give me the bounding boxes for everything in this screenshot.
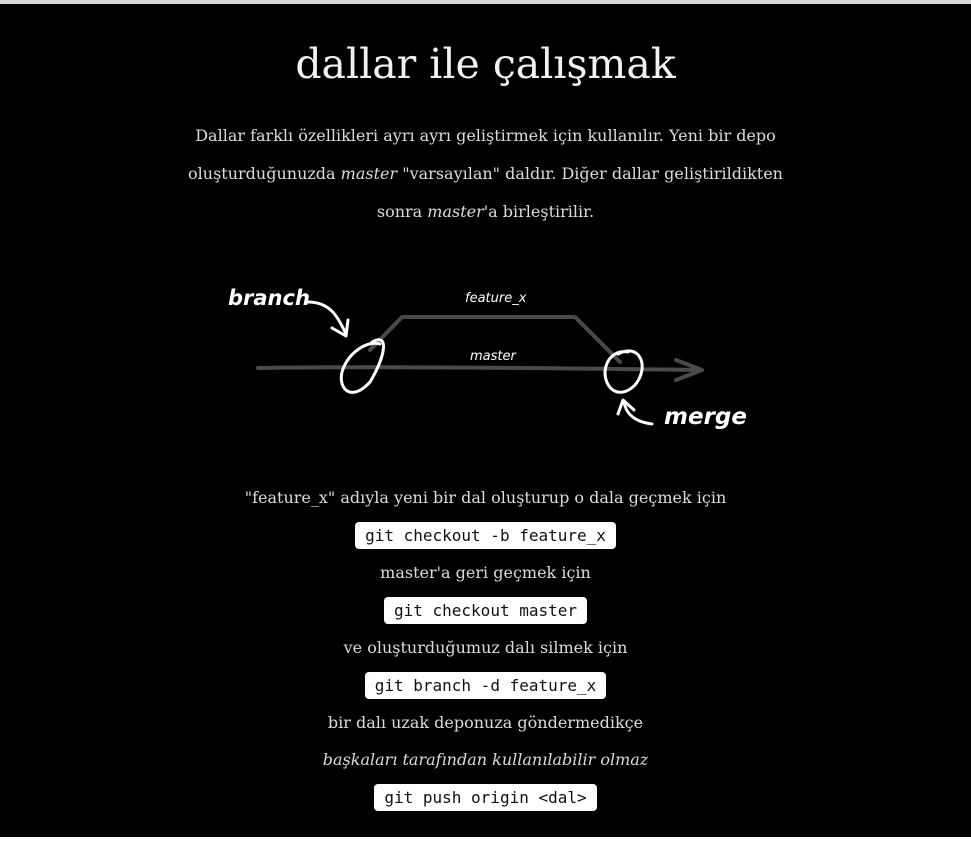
master-line (256, 365, 702, 372)
step-3-code-row: git branch -d feature_x (0, 672, 971, 700)
page-title: dallar ile çalışmak (295, 40, 676, 88)
intro-paragraph: Dallar farklı özellikleri ayrı ayrı geli… (170, 117, 801, 231)
branch-label: branch (228, 286, 310, 310)
intro-master-2: master (427, 202, 484, 221)
step-2-code: git checkout master (383, 597, 588, 624)
step-4-code-row: git push origin <dal> (0, 784, 971, 812)
step-4-code: git push origin <dal> (374, 784, 597, 811)
step-3-text: ve oluşturduğumuz dalı silmek için (343, 638, 628, 657)
step-1-text: "feature_x" adıyla yeni bir dal oluşturu… (244, 488, 727, 507)
content-panel: dallar ile çalışmak Dallar farklı özelli… (0, 4, 971, 837)
step-3-code: git branch -d feature_x (364, 672, 607, 699)
step-1-code: git checkout -b feature_x (355, 522, 616, 549)
merge-circle (603, 349, 644, 394)
intro-master-1: master (340, 164, 398, 183)
step-2-code-row: git checkout master (0, 597, 971, 625)
merge-label: merge (664, 404, 747, 430)
step-1-code-row: git checkout -b feature_x (0, 522, 971, 550)
feature-label: feature_x (465, 291, 527, 306)
bottom-margin (0, 837, 971, 847)
branch-diagram: branch feature_x master merge (228, 286, 747, 430)
master-label: master (470, 349, 517, 364)
intro-text-3: 'a birleştirilir. (483, 202, 595, 221)
step-4-italic: başkaları tarafından kullanılabilir olma… (322, 750, 649, 769)
step-4-text-italic: başkaları tarafından kullanılabilir olma… (0, 748, 971, 772)
branch-arrow (306, 300, 347, 334)
step-2-text: master'a geri geçmek için (380, 563, 591, 582)
step-4-text: bir dalı uzak deponuza göndermedikçe (327, 713, 644, 732)
